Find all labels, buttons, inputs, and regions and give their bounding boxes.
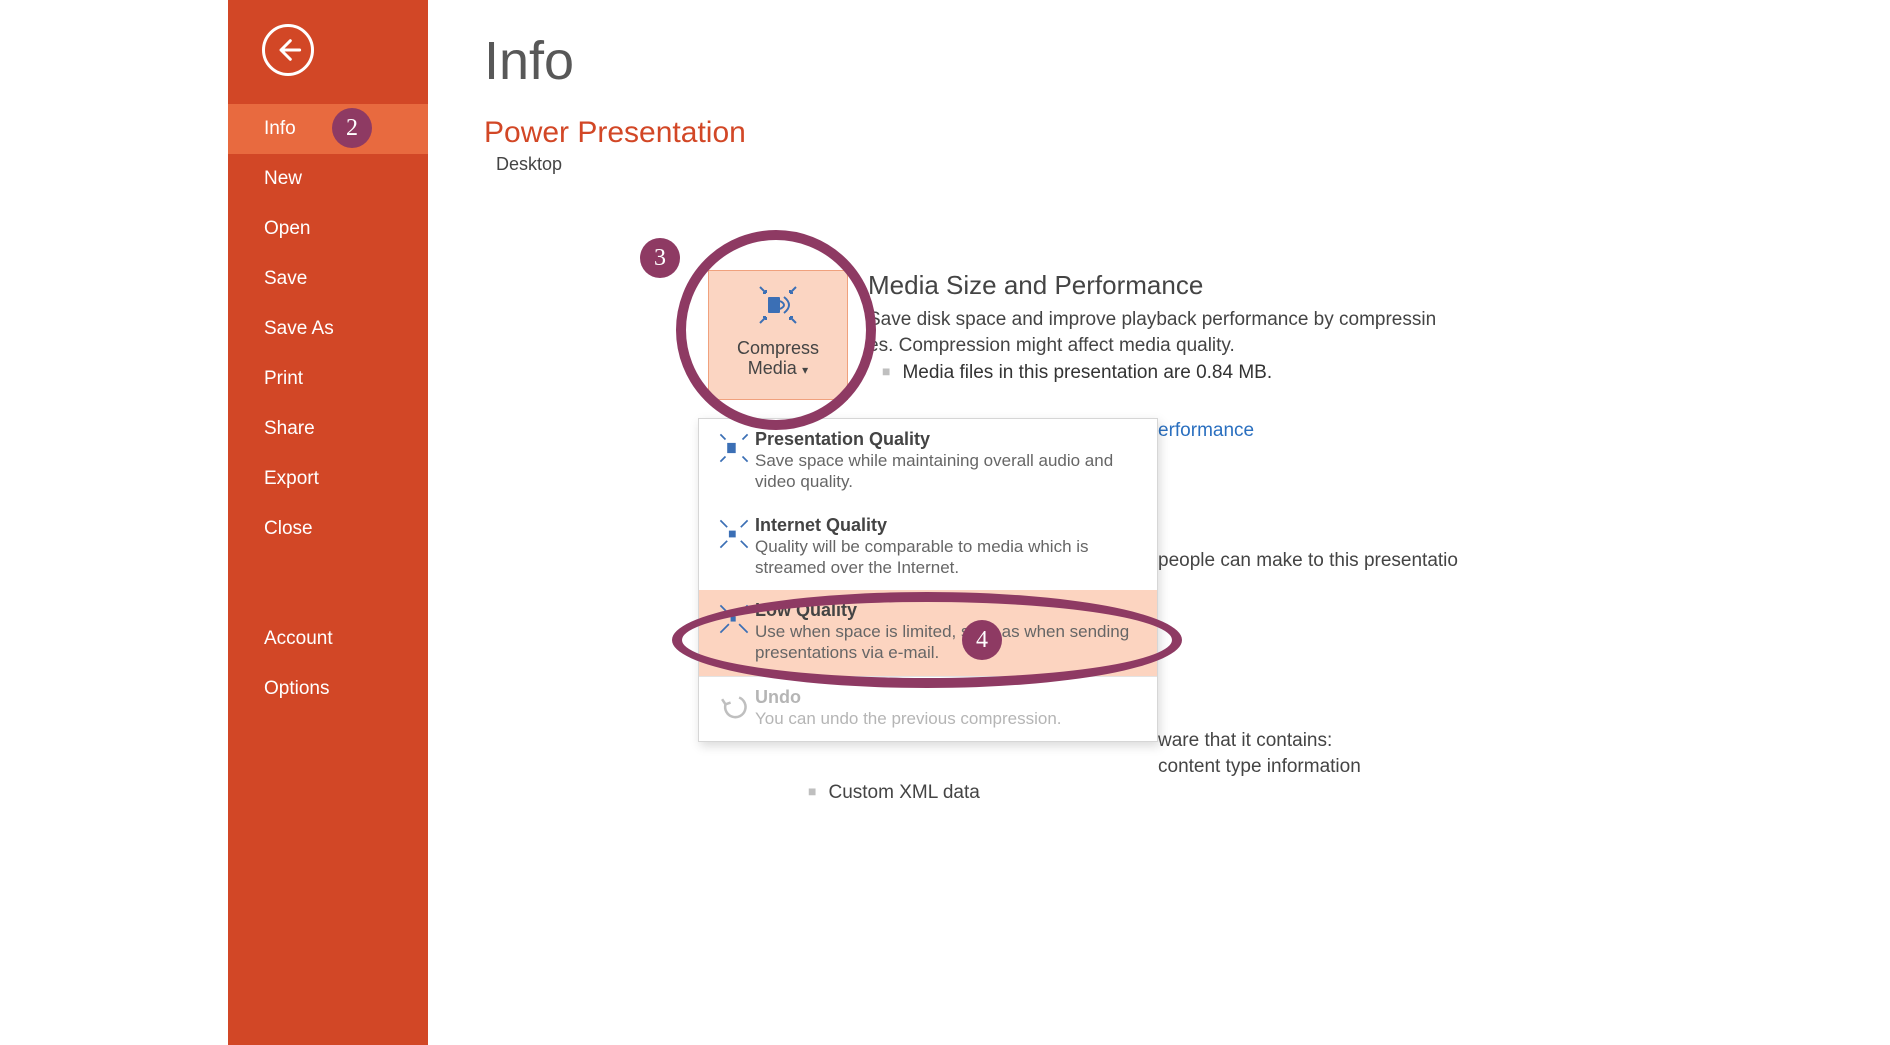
dropdown-item-presentation-quality[interactable]: Presentation Quality Save space while ma… [699, 419, 1157, 505]
compress-media-icon [758, 285, 798, 325]
bullet-custom-xml: Custom XML data [808, 782, 980, 804]
sidebar-item-account[interactable]: Account [228, 614, 428, 664]
undo-icon [717, 689, 751, 723]
sidebar-item-save-as[interactable]: Save As [228, 304, 428, 354]
presentation-quality-icon [717, 431, 751, 465]
internet-quality-icon [717, 517, 751, 551]
dropdown-item-undo: Undo You can undo the previous compressi… [699, 677, 1157, 741]
sidebar-item-new[interactable]: New [228, 154, 428, 204]
compress-media-label: Compress Media ▾ [709, 339, 847, 379]
dropdown-item-desc: Save space while maintaining overall aud… [755, 450, 1143, 493]
dropdown-item-desc: Quality will be comparable to media whic… [755, 536, 1143, 579]
compress-media-dropdown: Presentation Quality Save space while ma… [698, 418, 1158, 742]
annotation-badge-3: 3 [640, 238, 680, 278]
sidebar-item-save[interactable]: Save [228, 254, 428, 304]
arrow-left-icon [274, 36, 302, 64]
dropdown-item-title: Presentation Quality [755, 429, 1143, 450]
sidebar-item-export[interactable]: Export [228, 454, 428, 504]
text-fragment: content type information [1158, 756, 1361, 778]
back-button[interactable] [262, 24, 314, 76]
dropdown-item-title: Low Quality [755, 600, 1143, 621]
sidebar-item-print[interactable]: Print [228, 354, 428, 404]
annotation-badge-4: 4 [962, 620, 1002, 660]
media-size-desc: Save disk space and improve playback per… [868, 307, 1618, 358]
info-panel: Info Power Presentation Desktop Compress… [428, 0, 1700, 1045]
dropdown-caret-icon: ▾ [799, 363, 808, 377]
media-size-heading: Media Size and Performance [868, 270, 1618, 301]
backstage-sidebar: Info New Open Save Save As Print Share E… [228, 0, 428, 1045]
sidebar-item-options[interactable]: Options [228, 664, 428, 714]
dropdown-item-desc: You can undo the previous compression. [755, 708, 1143, 729]
text-fragment: people can make to this presentatio [1158, 550, 1458, 572]
file-name: Power Presentation [484, 116, 1700, 150]
sidebar-item-close[interactable]: Close [228, 504, 428, 554]
sidebar-item-open[interactable]: Open [228, 204, 428, 254]
sidebar-item-info[interactable]: Info [228, 104, 428, 154]
sidebar-item-share[interactable]: Share [228, 404, 428, 454]
dropdown-item-title: Internet Quality [755, 515, 1143, 536]
annotation-badge-2: 2 [332, 108, 372, 148]
media-size-bullet: Media files in this presentation are 0.8… [882, 362, 1618, 384]
text-fragment: ware that it contains: [1158, 730, 1332, 752]
page-title: Info [484, 30, 1700, 92]
dropdown-item-internet-quality[interactable]: Internet Quality Quality will be compara… [699, 505, 1157, 591]
dropdown-item-desc: Use when space is limited, such as when … [755, 621, 1143, 664]
dropdown-item-low-quality[interactable]: Low Quality Use when space is limited, s… [699, 590, 1157, 676]
file-path: Desktop [496, 154, 1700, 175]
compress-media-button[interactable]: Compress Media ▾ [708, 270, 848, 400]
media-size-section: Media Size and Performance Save disk spa… [868, 270, 1618, 384]
dropdown-item-title: Undo [755, 687, 1143, 708]
low-quality-icon [717, 602, 751, 636]
link-fragment-performance[interactable]: erformance [1158, 420, 1254, 442]
